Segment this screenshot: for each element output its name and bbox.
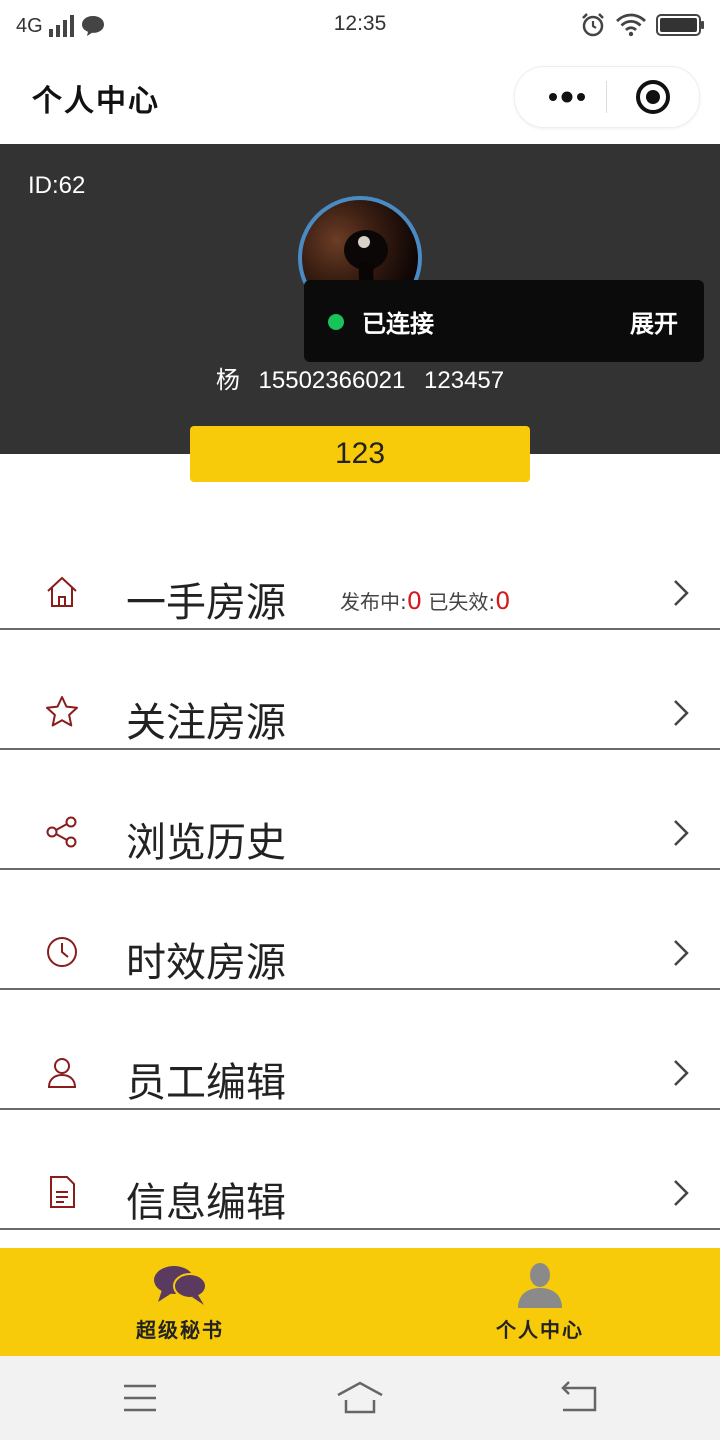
- battery-icon: [656, 14, 704, 36]
- menu-lines-icon[interactable]: [115, 1378, 165, 1418]
- chevron-right-icon: [674, 1180, 689, 1206]
- home-outline-icon[interactable]: [335, 1378, 385, 1418]
- status-right: [580, 10, 706, 40]
- menu-item-label: 员工编辑: [126, 1060, 286, 1106]
- chevron-right-icon: [674, 820, 689, 846]
- menu-item-followed-listings[interactable]: 关注房源: [0, 630, 720, 750]
- star-icon: [46, 696, 78, 727]
- menu-item-time-limited-listings[interactable]: 时效房源: [0, 870, 720, 990]
- chevron-right-icon: [674, 700, 689, 726]
- tab-super-secretary[interactable]: 超级秘书: [0, 1248, 360, 1356]
- wifi-icon: [616, 13, 646, 37]
- user-code: 123457: [424, 367, 505, 394]
- chevron-right-icon: [674, 1060, 689, 1086]
- status-bar: 4G 12:35: [0, 0, 720, 52]
- tab-label: 个人中心: [496, 1318, 584, 1342]
- publishing-count: 0: [406, 587, 423, 615]
- menu-list: 一手房源 发布中:0 已失效:0 关注房源 浏览历史 时效房源 员工编辑 信息编…: [0, 510, 720, 1230]
- home-icon: [47, 576, 77, 607]
- target-circle-icon[interactable]: [635, 79, 671, 115]
- menu-item-first-hand-listings[interactable]: 一手房源 发布中:0 已失效:0: [0, 510, 720, 630]
- menu-item-info-edit[interactable]: 信息编辑: [0, 1110, 720, 1230]
- menu-item-label: 浏览历史: [126, 820, 286, 866]
- connection-toast: 已连接 展开: [304, 280, 704, 362]
- expired-count: 0: [495, 587, 511, 615]
- alarm-icon: [582, 13, 604, 37]
- page-title: 个人中心: [32, 84, 160, 119]
- tab-personal-center[interactable]: 个人中心: [360, 1248, 720, 1356]
- value-bar[interactable]: 123: [190, 426, 530, 482]
- system-navigation-bar: [0, 1356, 720, 1440]
- share-nodes-icon: [46, 816, 77, 848]
- connected-status-dot: [328, 314, 344, 330]
- menu-item-browsing-history[interactable]: 浏览历史: [0, 750, 720, 870]
- menu-item-label: 关注房源: [126, 700, 286, 746]
- menu-item-label: 信息编辑: [126, 1180, 286, 1226]
- person-icon: [47, 1058, 77, 1088]
- chat-bubbles-icon: [154, 1266, 207, 1305]
- tab-label: 超级秘书: [136, 1318, 224, 1342]
- menu-item-staff-edit[interactable]: 员工编辑: [0, 990, 720, 1110]
- more-dots-icon[interactable]: [537, 83, 597, 111]
- mini-program-capsule: [514, 66, 700, 128]
- tab-bar: 超级秘书 个人中心: [0, 1248, 720, 1356]
- connection-status-text: 已连接: [362, 309, 434, 338]
- user-name: 杨: [215, 367, 240, 394]
- expired-label: 已失效:: [428, 590, 496, 614]
- navigation-bar: 个人中心: [0, 52, 720, 144]
- chevron-right-icon: [674, 940, 689, 966]
- back-arrow-icon[interactable]: [555, 1378, 605, 1418]
- expand-button[interactable]: 展开: [630, 304, 678, 339]
- publishing-label: 发布中:: [340, 590, 407, 614]
- clock-icon: [47, 937, 77, 967]
- listing-stats: 发布中:0 已失效:0: [340, 586, 510, 615]
- menu-item-label: 一手房源: [126, 580, 286, 626]
- user-id: ID:62: [28, 172, 86, 199]
- user-phone: 15502366021: [258, 367, 406, 394]
- user-silhouette-icon: [518, 1263, 562, 1308]
- document-icon: [50, 1176, 75, 1208]
- menu-item-label: 时效房源: [126, 940, 286, 986]
- user-info-line: 杨 15502366021 123457: [0, 360, 720, 395]
- chevron-right-icon: [674, 580, 689, 606]
- capsule-divider: [606, 81, 607, 113]
